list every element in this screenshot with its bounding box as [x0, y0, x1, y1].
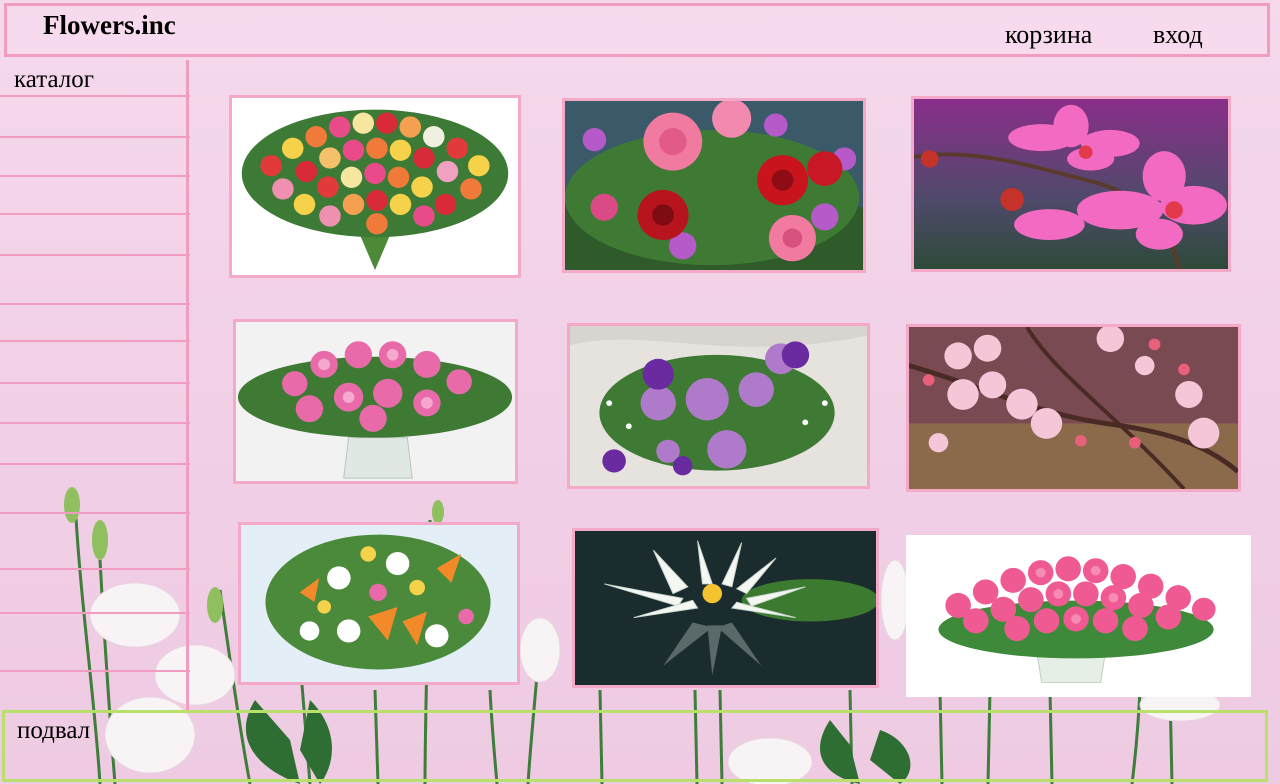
product-card-pink-lilies[interactable] [233, 319, 518, 484]
product-card-pink-roses-basket[interactable] [906, 535, 1251, 697]
pink-lilies-image [236, 322, 515, 481]
product-card-mixed-roses[interactable] [229, 95, 521, 278]
site-footer: подвал [2, 710, 1268, 782]
catalog-item[interactable] [0, 254, 190, 256]
catalog-item[interactable] [0, 382, 190, 384]
catalog-item[interactable] [0, 463, 190, 465]
water-lily-image [575, 531, 876, 685]
cart-link[interactable]: корзина [1005, 20, 1092, 50]
catalog-title: каталог [14, 66, 94, 93]
catalog-item[interactable] [0, 175, 190, 177]
product-card-pink-red-roses[interactable] [562, 98, 866, 273]
catalog-item[interactable] [0, 95, 190, 97]
product-card-cherry-blossom[interactable] [906, 324, 1241, 492]
catalog-item[interactable] [0, 670, 190, 672]
catalog-item[interactable] [0, 303, 190, 305]
pink-roses-basket-image [909, 538, 1248, 694]
catalog-item[interactable] [0, 568, 190, 570]
mixed-roses-image [232, 98, 518, 275]
catalog-item[interactable] [0, 612, 190, 614]
product-card-pink-orchid[interactable] [911, 96, 1231, 272]
product-card-lilies-mixed[interactable] [238, 522, 520, 685]
catalog-item[interactable] [0, 213, 190, 215]
footer-label: подвал [17, 717, 91, 744]
site-header: Flowers.inc корзина вход [4, 3, 1270, 57]
pink-orchid-image [914, 99, 1228, 269]
catalog-item[interactable] [0, 512, 190, 514]
site-logo[interactable]: Flowers.inc [43, 10, 176, 41]
lilies-mixed-image [241, 525, 517, 682]
product-card-purple-roses[interactable] [567, 323, 870, 489]
product-card-water-lily[interactable] [572, 528, 879, 688]
catalog-item[interactable] [0, 340, 190, 342]
pink-red-roses-image [565, 101, 863, 270]
catalog-item[interactable] [0, 136, 190, 138]
catalog-item[interactable] [0, 422, 190, 424]
login-link[interactable]: вход [1153, 20, 1203, 50]
purple-roses-image [570, 326, 867, 486]
cherry-blossom-image [909, 327, 1238, 489]
catalog-sidebar: каталог [0, 60, 192, 710]
